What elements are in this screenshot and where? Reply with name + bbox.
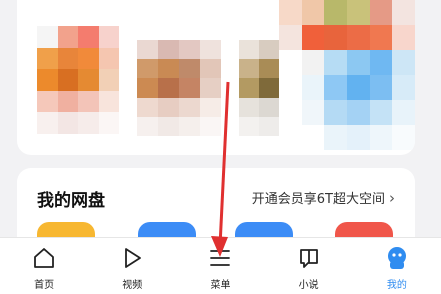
- tab-home-label: 首页: [34, 280, 55, 291]
- menu-icon: [206, 244, 234, 272]
- play-icon: [118, 244, 146, 272]
- chevron-right-icon: ›: [389, 188, 395, 207]
- tab-novel-label: 小说: [298, 280, 319, 291]
- tab-video[interactable]: 视频: [97, 244, 167, 291]
- vip-promo-text: 开通会员享6T超大空间: [251, 192, 385, 207]
- book-icon: [295, 244, 323, 272]
- tab-video-label: 视频: [122, 280, 143, 291]
- vip-promo-link[interactable]: 开通会员享6T超大空间 ›: [251, 188, 395, 208]
- home-icon: [30, 244, 58, 272]
- bottom-tab-bar: 首页 视频 菜单 小说 我的: [0, 237, 441, 294]
- tab-menu-label: 菜单: [210, 280, 231, 291]
- media-card: [17, 0, 415, 155]
- tab-profile[interactable]: 我的: [362, 244, 432, 291]
- tab-menu[interactable]: 菜单: [185, 244, 255, 291]
- net-disk-title: 我的网盘: [37, 191, 105, 211]
- tab-profile-label: 我的: [386, 280, 407, 291]
- tab-home[interactable]: 首页: [9, 244, 79, 291]
- thumbnail-4[interactable]: [279, 0, 415, 150]
- profile-icon: [383, 244, 411, 272]
- app-screen: 我的网盘 开通会员享6T超大空间 › 首页 视频 菜单 小说 我的: [0, 0, 441, 294]
- thumbnail-2[interactable]: [137, 40, 221, 136]
- thumbnail-1[interactable]: [37, 26, 119, 134]
- tab-novel[interactable]: 小说: [274, 244, 344, 291]
